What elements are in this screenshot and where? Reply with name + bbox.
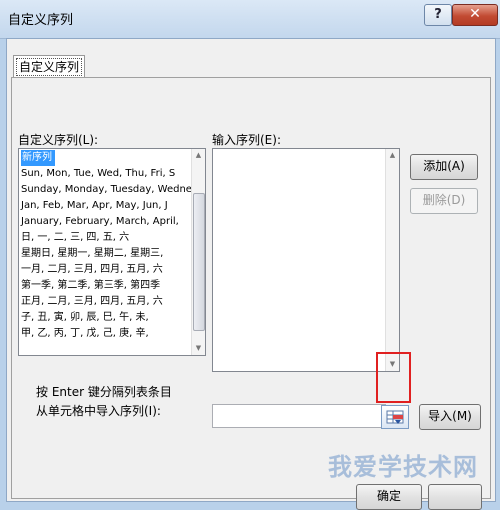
list-item[interactable]: Sunday, Monday, Tuesday, Wednes: [20, 182, 191, 198]
window-title: 自定义序列: [8, 13, 74, 28]
custom-lists-listbox[interactable]: 新序列 Sun, Mon, Tue, Wed, Thu, Fri, S Sund…: [18, 148, 206, 356]
range-collapse-icon: [386, 410, 404, 424]
list-item[interactable]: 一月, 二月, 三月, 四月, 五月, 六: [20, 262, 191, 278]
list-entries-scrollbar[interactable]: ▲ ▼: [385, 149, 399, 371]
scroll-thumb[interactable]: [193, 193, 205, 331]
dialog-body: 自定义序列 自定义序列(L): 新序列 Sun, Mon, Tue, Wed, …: [6, 38, 496, 510]
custom-lists-label: 自定义序列(L):: [18, 133, 99, 147]
import-button[interactable]: 导入(M): [419, 404, 481, 430]
list-item[interactable]: January, February, March, April,: [20, 214, 191, 230]
highlight-annotation: [376, 352, 411, 403]
add-button[interactable]: 添加(A): [410, 154, 478, 180]
list-entries-label: 输入序列(E):: [212, 133, 281, 147]
list-item[interactable]: 正月, 二月, 三月, 四月, 五月, 六: [20, 294, 191, 310]
list-item[interactable]: 子, 丑, 寅, 卯, 辰, 巳, 午, 未,: [20, 310, 191, 326]
watermark: 我爱学技术网: [328, 453, 478, 481]
list-item[interactable]: 星期日, 星期一, 星期二, 星期三,: [20, 246, 191, 262]
help-button[interactable]: ?: [424, 4, 452, 26]
import-range-input[interactable]: [212, 404, 386, 428]
scroll-up-icon[interactable]: ▲: [192, 149, 205, 162]
ok-button[interactable]: 确定: [356, 484, 422, 510]
list-item[interactable]: 新序列: [20, 150, 191, 166]
list-item[interactable]: 日, 一, 二, 三, 四, 五, 六: [20, 230, 191, 246]
list-item[interactable]: Sun, Mon, Tue, Wed, Thu, Fri, S: [20, 166, 191, 182]
scroll-down-icon[interactable]: ▼: [192, 342, 205, 355]
scroll-up-icon[interactable]: ▲: [386, 149, 399, 162]
list-item[interactable]: Jan, Feb, Mar, Apr, May, Jun, J: [20, 198, 191, 214]
tab-label: 自定义序列: [15, 58, 82, 76]
tab-content: 自定义序列(L): 新序列 Sun, Mon, Tue, Wed, Thu, F…: [11, 77, 491, 510]
import-range-label: 从单元格中导入序列(I):: [36, 404, 161, 418]
list-entries-textarea[interactable]: ▲ ▼: [212, 148, 400, 372]
delete-button[interactable]: 删除(D): [410, 188, 478, 214]
list-entries-value: [214, 150, 385, 370]
list-item-label: 新序列: [21, 150, 55, 166]
hint-enter-separator: 按 Enter 键分隔列表条目: [36, 385, 172, 399]
list-item[interactable]: 第一季, 第二季, 第三季, 第四季: [20, 278, 191, 294]
custom-lists-items: 新序列 Sun, Mon, Tue, Wed, Thu, Fri, S Sund…: [20, 150, 191, 354]
range-select-button[interactable]: [381, 405, 409, 429]
list-item[interactable]: 甲, 乙, 丙, 丁, 戊, 己, 庚, 辛,: [20, 326, 191, 342]
close-button[interactable]: ✕: [452, 4, 498, 26]
title-bar: 自定义序列 ? ✕: [0, 0, 500, 39]
cancel-button[interactable]: [428, 484, 482, 510]
custom-lists-scrollbar[interactable]: ▲ ▼: [191, 149, 205, 355]
tab-custom-lists[interactable]: 自定义序列: [13, 55, 85, 78]
